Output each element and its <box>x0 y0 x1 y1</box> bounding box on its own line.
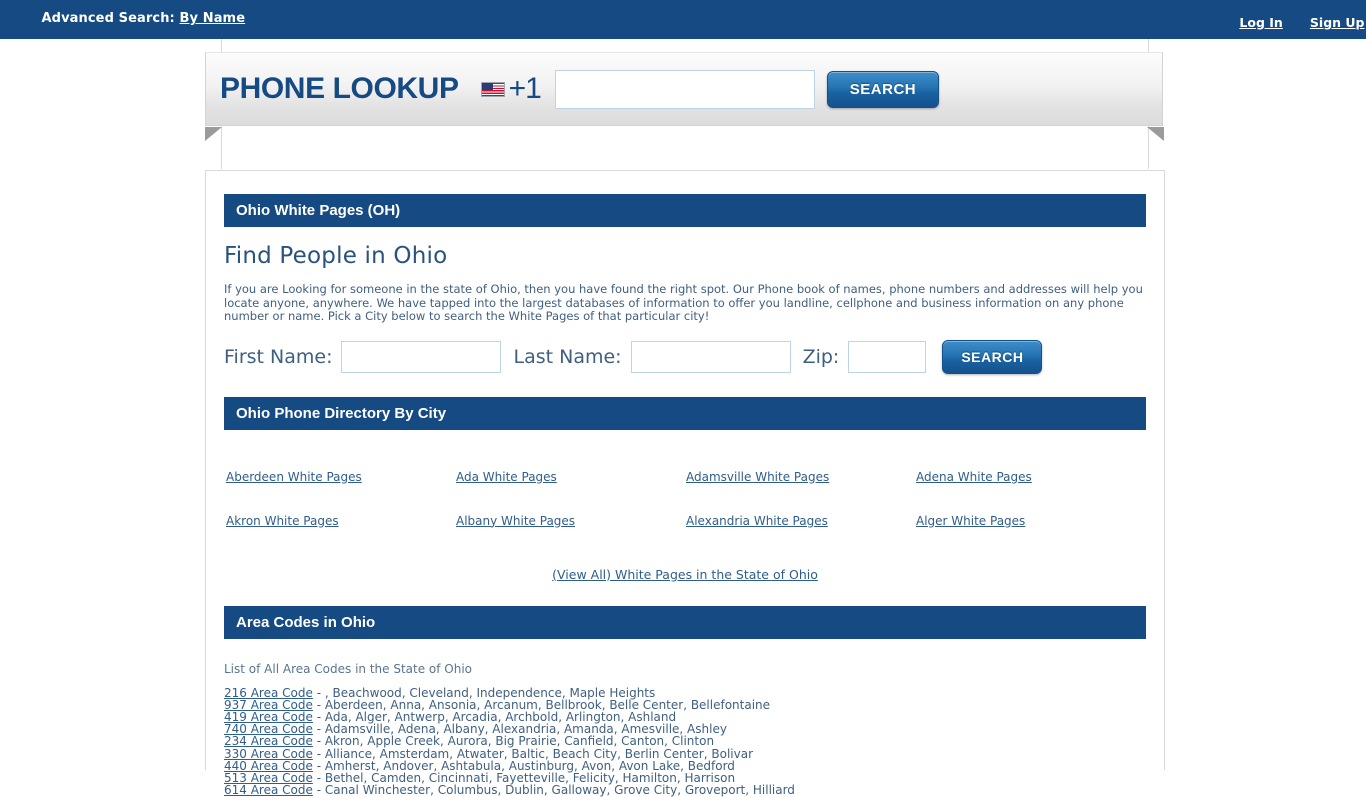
signup-link[interactable]: Sign Up <box>1310 15 1365 30</box>
zip-label: Zip: <box>802 345 840 368</box>
advanced-search-label: Advanced Search: <box>41 11 175 26</box>
area-code-link[interactable]: 614 Area Code <box>224 783 313 797</box>
city-link[interactable]: Alexandria White Pages <box>686 514 916 528</box>
ribbon-fold-right <box>1147 127 1164 141</box>
city-links-grid: Aberdeen White Pages Ada White Pages Ada… <box>224 470 1146 528</box>
login-link[interactable]: Log In <box>1239 15 1282 30</box>
city-link[interactable]: Ada White Pages <box>456 470 686 484</box>
last-name-label: Last Name: <box>513 345 622 368</box>
city-link[interactable]: Adamsville White Pages <box>686 470 916 484</box>
name-search-button[interactable]: SEARCH <box>942 339 1043 374</box>
area-code-cities: - Canal Winchester, Columbus, Dublin, Ga… <box>316 783 795 797</box>
first-name-input[interactable] <box>341 340 502 373</box>
city-link[interactable]: Akron White Pages <box>226 514 456 528</box>
ribbon-fold-left <box>205 127 222 141</box>
phone-search-button[interactable]: SEARCH <box>826 70 940 108</box>
city-link[interactable]: Aberdeen White Pages <box>226 470 456 484</box>
area-codes-caption: List of All Area Codes in the State of O… <box>224 661 473 676</box>
area-codes-list: 216 Area Code - , Beachwood, Cleveland, … <box>224 686 1146 797</box>
city-link[interactable]: Albany White Pages <box>456 514 686 528</box>
zip-input[interactable] <box>848 340 927 373</box>
advanced-search-by-name-link[interactable]: By Name <box>180 11 246 26</box>
first-name-label: First Name: <box>224 345 333 368</box>
name-search-form: First Name: Last Name: Zip: SEARCH <box>224 339 1146 374</box>
country-code-label: +1 <box>508 72 542 105</box>
intro-paragraph: If you are Looking for someone in the st… <box>224 282 1143 323</box>
phone-lookup-brand: PHONE LOOKUP <box>220 72 459 105</box>
directory-by-city-header: Ohio Phone Directory By City <box>224 396 1146 430</box>
top-navigation-bar: Advanced Search: By Name Log In Sign Up <box>0 0 1366 39</box>
advanced-search-group: Advanced Search: By Name <box>42 11 246 26</box>
page-title: Find People in Ohio <box>224 243 448 269</box>
area-code-row: 614 Area Code - Canal Winchester, Columb… <box>224 784 1146 796</box>
view-all-white-pages-link[interactable]: (View All) White Pages in the State of O… <box>552 567 818 582</box>
auth-links-group: Log In Sign Up <box>1217 12 1364 31</box>
city-link[interactable]: Alger White Pages <box>916 514 1146 528</box>
last-name-input[interactable] <box>630 340 791 373</box>
page-header-banner: Ohio White Pages (OH) <box>224 194 1146 227</box>
view-all-container: (View All) White Pages in the State of O… <box>224 564 1146 583</box>
area-codes-header: Area Codes in Ohio <box>224 605 1146 639</box>
main-content-card: Ohio White Pages (OH) Find People in Ohi… <box>205 170 1165 796</box>
phone-lookup-banner: PHONE LOOKUP +1 SEARCH <box>205 52 1163 126</box>
us-flag-icon <box>480 81 505 97</box>
city-link[interactable]: Adena White Pages <box>916 470 1146 484</box>
phone-number-input[interactable] <box>554 69 815 109</box>
